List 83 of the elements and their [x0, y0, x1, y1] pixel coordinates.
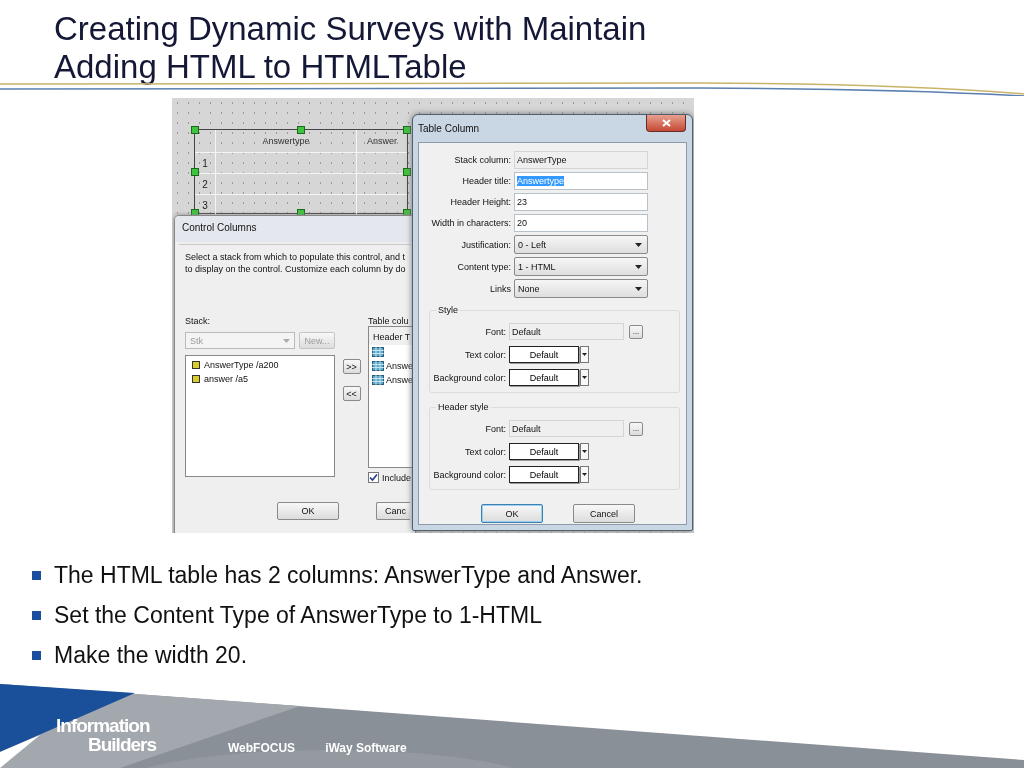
field-label: Header title: — [461, 176, 511, 186]
field-label: Links — [489, 283, 511, 294]
caret-icon — [582, 376, 587, 379]
group-title: Style — [436, 305, 460, 315]
color-button[interactable]: Default — [509, 466, 579, 483]
bullet-text: Make the width 20. — [54, 641, 248, 669]
field-label: Width in characters: — [430, 218, 511, 228]
field-label: Background color: — [432, 469, 506, 480]
resize-handle[interactable] — [191, 167, 199, 176]
caret-icon — [283, 338, 290, 343]
browse-button[interactable]: ... — [629, 421, 643, 436]
bullet-text: Set the Content Type of AnswerType to 1-HTML — [54, 601, 542, 629]
description-text: Select a stack from which to populate this control, and t — [185, 251, 405, 263]
ok-button[interactable]: OK — [277, 502, 339, 520]
checkbox[interactable] — [368, 472, 379, 483]
column-header: Answer — [366, 135, 398, 148]
table-icon — [372, 375, 384, 385]
dialog-title: Control Columns — [175, 216, 415, 242]
resize-handle[interactable] — [403, 167, 411, 176]
resize-handle[interactable] — [297, 126, 305, 134]
bullet-icon — [32, 650, 41, 660]
partly-hidden-button[interactable]: Canc — [376, 502, 410, 520]
resize-handle[interactable] — [191, 126, 199, 134]
bullet-icon — [32, 570, 41, 580]
field-label: Font: — [484, 326, 506, 337]
field-label: Background color: — [432, 372, 506, 383]
readonly-field: AnswerType — [514, 151, 648, 169]
field-label: Table colu — [368, 316, 410, 328]
input-field[interactable]: 23 — [514, 193, 648, 211]
field-label: Stack column: — [453, 155, 511, 165]
field-label: Header Height: — [449, 197, 511, 207]
close-button[interactable] — [646, 115, 686, 132]
dialog-button[interactable]: Cancel — [573, 504, 635, 523]
bullet-icon — [32, 610, 41, 620]
list-item[interactable]: Answe — [386, 375, 413, 385]
dropdown-button[interactable] — [580, 369, 589, 386]
bullet-text: The HTML table has 2 columns: AnswerType and Answer. — [54, 561, 643, 589]
field-label: Justification: — [460, 239, 511, 250]
caret-icon — [635, 242, 642, 247]
group-title: Header style — [436, 402, 491, 412]
browse-button[interactable]: ... — [629, 324, 643, 339]
field-label: Content type: — [456, 261, 511, 272]
field-label: Stack: — [185, 316, 211, 328]
dropdown[interactable]: 1 - HTML — [514, 257, 648, 276]
dialog-button[interactable]: OK — [481, 504, 543, 523]
description-text: to display on the control. Customize each column by do — [185, 263, 405, 275]
slide-title: Creating Dynamic Surveys with Maintain — [54, 10, 648, 48]
caret-icon — [582, 473, 587, 476]
dialog-title: Table Column — [418, 122, 480, 134]
dropdown-button[interactable] — [580, 443, 589, 460]
columns-list[interactable]: Header T Answe Answe — [368, 326, 415, 468]
dropdown[interactable]: None — [514, 279, 648, 298]
caret-icon — [635, 286, 642, 291]
remove-button[interactable]: << — [342, 386, 361, 401]
font-field: Default — [509, 323, 624, 340]
slide-title: Adding HTML to HTMLTable — [54, 48, 468, 86]
add-button[interactable]: >> — [342, 359, 361, 374]
close-icon — [661, 119, 671, 127]
field-label: Text color: — [464, 446, 506, 457]
dropdown-button[interactable] — [580, 346, 589, 363]
color-button[interactable]: Default — [509, 443, 579, 460]
font-field: Default — [509, 420, 624, 437]
list-item[interactable]: AnswerType /a200 — [192, 358, 328, 372]
input-field[interactable]: 20 — [514, 214, 648, 232]
color-button[interactable]: Default — [509, 346, 579, 363]
field-label: Font: — [484, 423, 506, 434]
table-icon — [372, 361, 384, 371]
logo-text: Information — [56, 716, 151, 735]
color-button[interactable]: Default — [509, 369, 579, 386]
caret-icon — [582, 353, 587, 356]
dropdown-button[interactable] — [580, 466, 589, 483]
table-icon — [372, 347, 384, 357]
dropdown[interactable]: 0 - Left — [514, 235, 648, 254]
checkbox-label: Include — [382, 472, 412, 483]
logo-text: Builders — [87, 735, 157, 754]
caret-icon — [635, 264, 642, 269]
list-item[interactable]: Answe — [386, 361, 413, 371]
caret-icon — [582, 450, 587, 453]
list-item[interactable]: answer /a5 — [192, 372, 328, 386]
field-label: Text color: — [464, 349, 506, 360]
list-header: Header T — [369, 327, 415, 345]
stack-list[interactable]: AnswerType /a200 answer /a5 — [185, 355, 335, 477]
resize-handle[interactable] — [403, 126, 411, 134]
